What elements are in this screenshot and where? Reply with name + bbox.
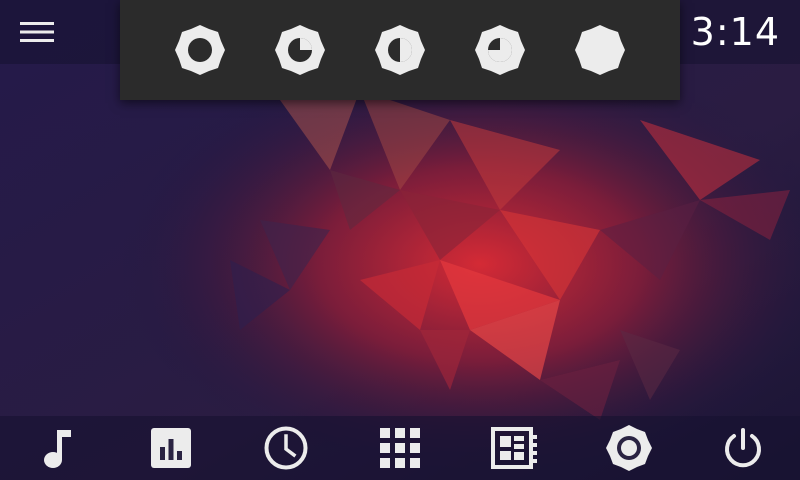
menu-button[interactable]: [12, 10, 62, 54]
brightness-three-quarter-icon: [475, 25, 525, 75]
brightness-quarter-icon: [275, 25, 325, 75]
power-icon: [724, 428, 761, 468]
brightness-full-icon: [575, 25, 625, 75]
dock-dashboard-button[interactable]: [482, 420, 546, 476]
dock-clock-button[interactable]: [254, 420, 318, 476]
app-grid-icon: [379, 428, 420, 468]
clock-icon: [264, 426, 308, 470]
clock-time: 3:14: [690, 10, 780, 54]
dock-brightness-button[interactable]: [597, 420, 661, 476]
menu-icon: [20, 22, 54, 42]
dock-music-button[interactable]: [25, 420, 89, 476]
brightness-level-full[interactable]: [565, 15, 635, 85]
brightness-panel: [120, 0, 680, 100]
brightness-icon: [605, 425, 652, 471]
music-note-icon: [44, 430, 72, 468]
brightness-level-half[interactable]: [365, 15, 435, 85]
brightness-level-low[interactable]: [165, 15, 235, 85]
brightness-low-icon: [175, 25, 225, 75]
dock-power-button[interactable]: [711, 420, 775, 476]
brightness-half-icon: [375, 25, 425, 75]
brightness-level-three-quarter[interactable]: [465, 15, 535, 85]
dock-apps-button[interactable]: [368, 420, 432, 476]
dock: [0, 416, 800, 480]
equalizer-icon: [151, 428, 192, 468]
brightness-level-quarter[interactable]: [265, 15, 335, 85]
dashboard-icon: [491, 427, 538, 469]
dock-equalizer-button[interactable]: [139, 420, 203, 476]
